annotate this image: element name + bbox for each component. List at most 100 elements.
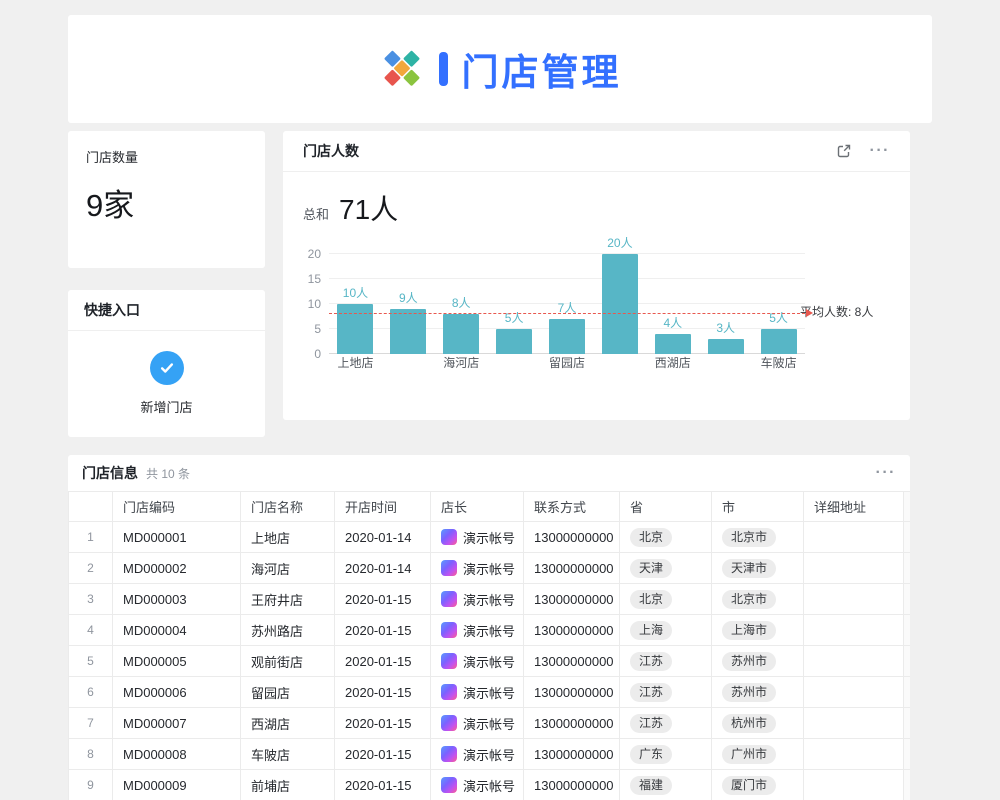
check-circle-icon[interactable]	[150, 351, 184, 385]
store-count-label: 门店数量	[86, 147, 247, 166]
bars: 10人9人8人5人7人20人4人3人5人	[329, 254, 805, 354]
store-code-cell: MD000005	[113, 646, 241, 677]
quick-entry-card: 快捷入口 新增门店	[68, 290, 265, 437]
avatar	[441, 653, 457, 669]
phone-cell: 13000000000	[524, 522, 620, 553]
record-count: 共 10 条	[146, 465, 190, 482]
plot-area: 上地店海河店留园店西湖店车陂店 10人9人8人5人7人20人4人3人5人	[329, 252, 805, 372]
province-tag: 江苏	[630, 683, 672, 702]
table-row[interactable]: 6MD000006留园店2020-01-15演示帐号13000000000江苏苏…	[69, 677, 911, 708]
table-row[interactable]: 1MD000001上地店2020-01-14演示帐号13000000000北京北…	[69, 522, 911, 553]
scrollbar-strip[interactable]	[904, 646, 911, 677]
open-date-cell: 2020-01-15	[335, 646, 431, 677]
column-header[interactable]: 店长	[431, 492, 524, 522]
phone-cell: 13000000000	[524, 615, 620, 646]
phone-cell: 13000000000	[524, 646, 620, 677]
table-row[interactable]: 3MD000003王府井店2020-01-15演示帐号13000000000北京…	[69, 584, 911, 615]
manager-cell: 演示帐号	[431, 584, 524, 615]
column-header[interactable]: 详细地址	[804, 492, 904, 522]
province-cell: 江苏	[620, 646, 712, 677]
province-tag: 福建	[630, 776, 672, 795]
title-accent-bar	[439, 52, 448, 86]
province-tag: 上海	[630, 621, 672, 640]
expand-icon[interactable]	[836, 143, 852, 159]
bar-value-label: 10人	[343, 284, 368, 301]
bar[interactable]	[549, 319, 585, 354]
bar[interactable]	[655, 334, 691, 354]
manager-chip: 演示帐号	[441, 528, 513, 547]
add-store-button[interactable]: 新增门店	[68, 331, 265, 416]
scrollbar-strip[interactable]	[904, 615, 911, 646]
bar[interactable]	[443, 314, 479, 354]
store-name-cell: 海河店	[241, 553, 335, 584]
manager-cell: 演示帐号	[431, 770, 524, 800]
store-name-cell: 车陂店	[241, 739, 335, 770]
table-row[interactable]: 5MD000005观前街店2020-01-15演示帐号13000000000江苏…	[69, 646, 911, 677]
table-row[interactable]: 2MD000002海河店2020-01-14演示帐号13000000000天津天…	[69, 553, 911, 584]
phone-cell: 13000000000	[524, 553, 620, 584]
scrollbar-strip[interactable]	[904, 739, 911, 770]
store-name-cell: 苏州路店	[241, 615, 335, 646]
column-header[interactable]: 门店名称	[241, 492, 335, 522]
column-header[interactable]: 开店时间	[335, 492, 431, 522]
manager-chip: 演示帐号	[441, 745, 513, 764]
open-date-cell: 2020-01-15	[335, 615, 431, 646]
province-tag: 江苏	[630, 652, 672, 671]
bar[interactable]	[390, 309, 426, 354]
y-tick-label: 0	[314, 347, 321, 361]
table-row[interactable]: 4MD000004苏州路店2020-01-15演示帐号13000000000上海…	[69, 615, 911, 646]
store-code-cell: MD000004	[113, 615, 241, 646]
table-row[interactable]: 9MD000009前埔店2020-01-15演示帐号13000000000福建厦…	[69, 770, 911, 800]
manager-chip: 演示帐号	[441, 683, 513, 702]
scrollbar-strip[interactable]	[904, 708, 911, 739]
row-number: 8	[69, 739, 113, 770]
bar[interactable]	[761, 329, 797, 354]
city-cell: 北京市	[712, 584, 804, 615]
column-header[interactable]: 联系方式	[524, 492, 620, 522]
y-tick-label: 15	[308, 272, 321, 286]
scrollbar-strip[interactable]	[904, 677, 911, 708]
column-header[interactable]: 市	[712, 492, 804, 522]
scrollbar-strip[interactable]	[904, 770, 911, 800]
scrollbar-strip[interactable]	[904, 492, 911, 522]
manager-chip: 演示帐号	[441, 559, 513, 578]
bar[interactable]	[602, 254, 638, 354]
city-tag: 广州市	[722, 745, 776, 764]
chart-more-icon[interactable]: ···	[870, 143, 890, 159]
store-count-value: 9家	[86, 180, 247, 225]
city-tag: 北京市	[722, 528, 776, 547]
bar-value-label: 20人	[607, 234, 632, 251]
store-name-cell: 上地店	[241, 522, 335, 553]
store-name-cell: 王府井店	[241, 584, 335, 615]
add-store-label[interactable]: 新增门店	[140, 397, 192, 416]
bar[interactable]	[708, 339, 744, 354]
table-row[interactable]: 8MD000008车陂店2020-01-15演示帐号13000000000广东广…	[69, 739, 911, 770]
table-title: 门店信息	[82, 463, 138, 483]
city-cell: 苏州市	[712, 677, 804, 708]
address-cell	[804, 615, 904, 646]
bar[interactable]	[337, 304, 373, 354]
scrollbar-strip[interactable]	[904, 522, 911, 553]
row-number: 6	[69, 677, 113, 708]
open-date-cell: 2020-01-15	[335, 739, 431, 770]
city-tag: 厦门市	[722, 776, 776, 795]
store-code-cell: MD000009	[113, 770, 241, 800]
table-row[interactable]: 7MD000007西湖店2020-01-15演示帐号13000000000江苏杭…	[69, 708, 911, 739]
scrollbar-strip[interactable]	[904, 584, 911, 615]
x-tick-label: 海河店	[435, 354, 488, 372]
column-header[interactable]: 门店编码	[113, 492, 241, 522]
x-tick-label: 西湖店	[646, 354, 699, 372]
column-header[interactable]: 省	[620, 492, 712, 522]
bar-value-label: 5人	[505, 309, 524, 326]
address-cell	[804, 739, 904, 770]
scrollbar-strip[interactable]	[904, 553, 911, 584]
store-table-card: 门店信息 共 10 条 ··· 门店编码门店名称开店时间店长联系方式省市详细地址…	[68, 455, 910, 800]
bar[interactable]	[496, 329, 532, 354]
address-cell	[804, 553, 904, 584]
row-number: 2	[69, 553, 113, 584]
province-cell: 天津	[620, 553, 712, 584]
open-date-cell: 2020-01-15	[335, 708, 431, 739]
table-more-icon[interactable]: ···	[876, 465, 896, 481]
avatar	[441, 715, 457, 731]
bar-group: 7人	[541, 299, 594, 354]
